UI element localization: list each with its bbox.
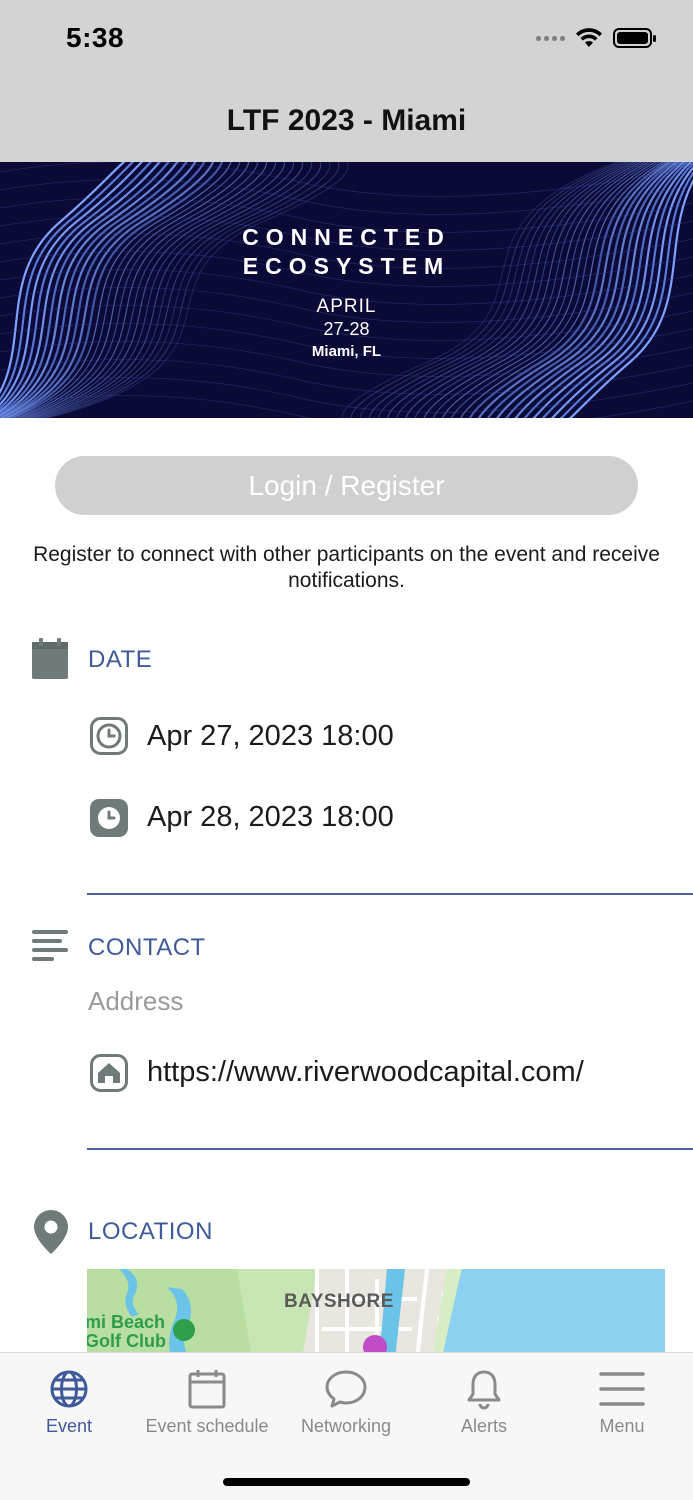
address-label: Address: [88, 986, 184, 1016]
tab-event[interactable]: Event: [0, 1353, 138, 1453]
bell-icon: [467, 1370, 501, 1410]
calendar-icon: [32, 638, 68, 679]
banner-title-line2: ECOSYSTEM: [242, 253, 451, 279]
status-indicators: [536, 24, 657, 52]
map-label-golf: mi Beach Golf Club: [87, 1312, 166, 1351]
banner-month: APRIL: [316, 296, 377, 317]
location-section-title: LOCATION: [88, 1218, 213, 1245]
contact-section-title: CONTACT: [88, 934, 206, 961]
date-section-title: DATE: [88, 646, 153, 673]
globe-icon: [50, 1370, 88, 1408]
wifi-icon: [576, 28, 602, 47]
tab-label: Event schedule: [145, 1416, 269, 1436]
location-pin-icon: [34, 1210, 68, 1254]
text-lines-icon: [32, 930, 68, 961]
calendar-icon: [188, 1370, 226, 1409]
header-bar: 5:38 LTF 2023 - Miami: [0, 0, 693, 162]
tab-label: Alerts: [460, 1416, 507, 1436]
home-indicator: [223, 1478, 470, 1486]
page-title: LTF 2023 - Miami: [226, 104, 467, 137]
website-link[interactable]: https://www.riverwoodcapital.com/: [147, 1056, 584, 1089]
hamburger-menu-icon: [599, 1372, 645, 1406]
login-register-button[interactable]: Login / Register: [55, 456, 638, 515]
tab-label: Networking: [300, 1416, 392, 1436]
map-tiles: [87, 1269, 665, 1359]
register-note: Register to connect with other participa…: [33, 543, 660, 592]
home-website-icon: [90, 1054, 128, 1092]
event-screen: 5:38 LTF 2023 - Miami CONNECTED ECOSYSTE…: [0, 0, 693, 1500]
tab-label: Menu: [599, 1416, 645, 1436]
tab-alerts[interactable]: Alerts: [415, 1353, 553, 1453]
status-time: 5:38: [66, 22, 125, 53]
clock-filled-icon: [90, 799, 128, 837]
section-divider: [87, 1148, 693, 1150]
tab-networking[interactable]: Networking: [277, 1353, 415, 1453]
section-divider: [87, 893, 693, 895]
tab-menu[interactable]: Menu: [553, 1353, 691, 1453]
banner-days: 27-28: [323, 319, 370, 339]
event-start-date: Apr 27, 2023 18:00: [147, 720, 394, 752]
location-map[interactable]: BAYSHORE mi Beach Golf Club: [87, 1269, 665, 1359]
event-banner: CONNECTED ECOSYSTEM APRIL 27-28 Miami, F…: [0, 162, 693, 418]
banner-title-line1: CONNECTED: [242, 224, 451, 250]
map-label-area: BAYSHORE: [284, 1291, 394, 1312]
chat-bubble-icon: [325, 1370, 367, 1408]
clock-outline-icon: [90, 717, 128, 755]
battery-icon: [613, 28, 656, 48]
tab-label: Event: [45, 1416, 93, 1436]
cellular-signal-icon: [536, 35, 565, 41]
banner-city: Miami, FL: [311, 343, 382, 360]
event-end-date: Apr 28, 2023 18:00: [147, 801, 394, 833]
tab-event-schedule[interactable]: Event schedule: [138, 1353, 276, 1453]
